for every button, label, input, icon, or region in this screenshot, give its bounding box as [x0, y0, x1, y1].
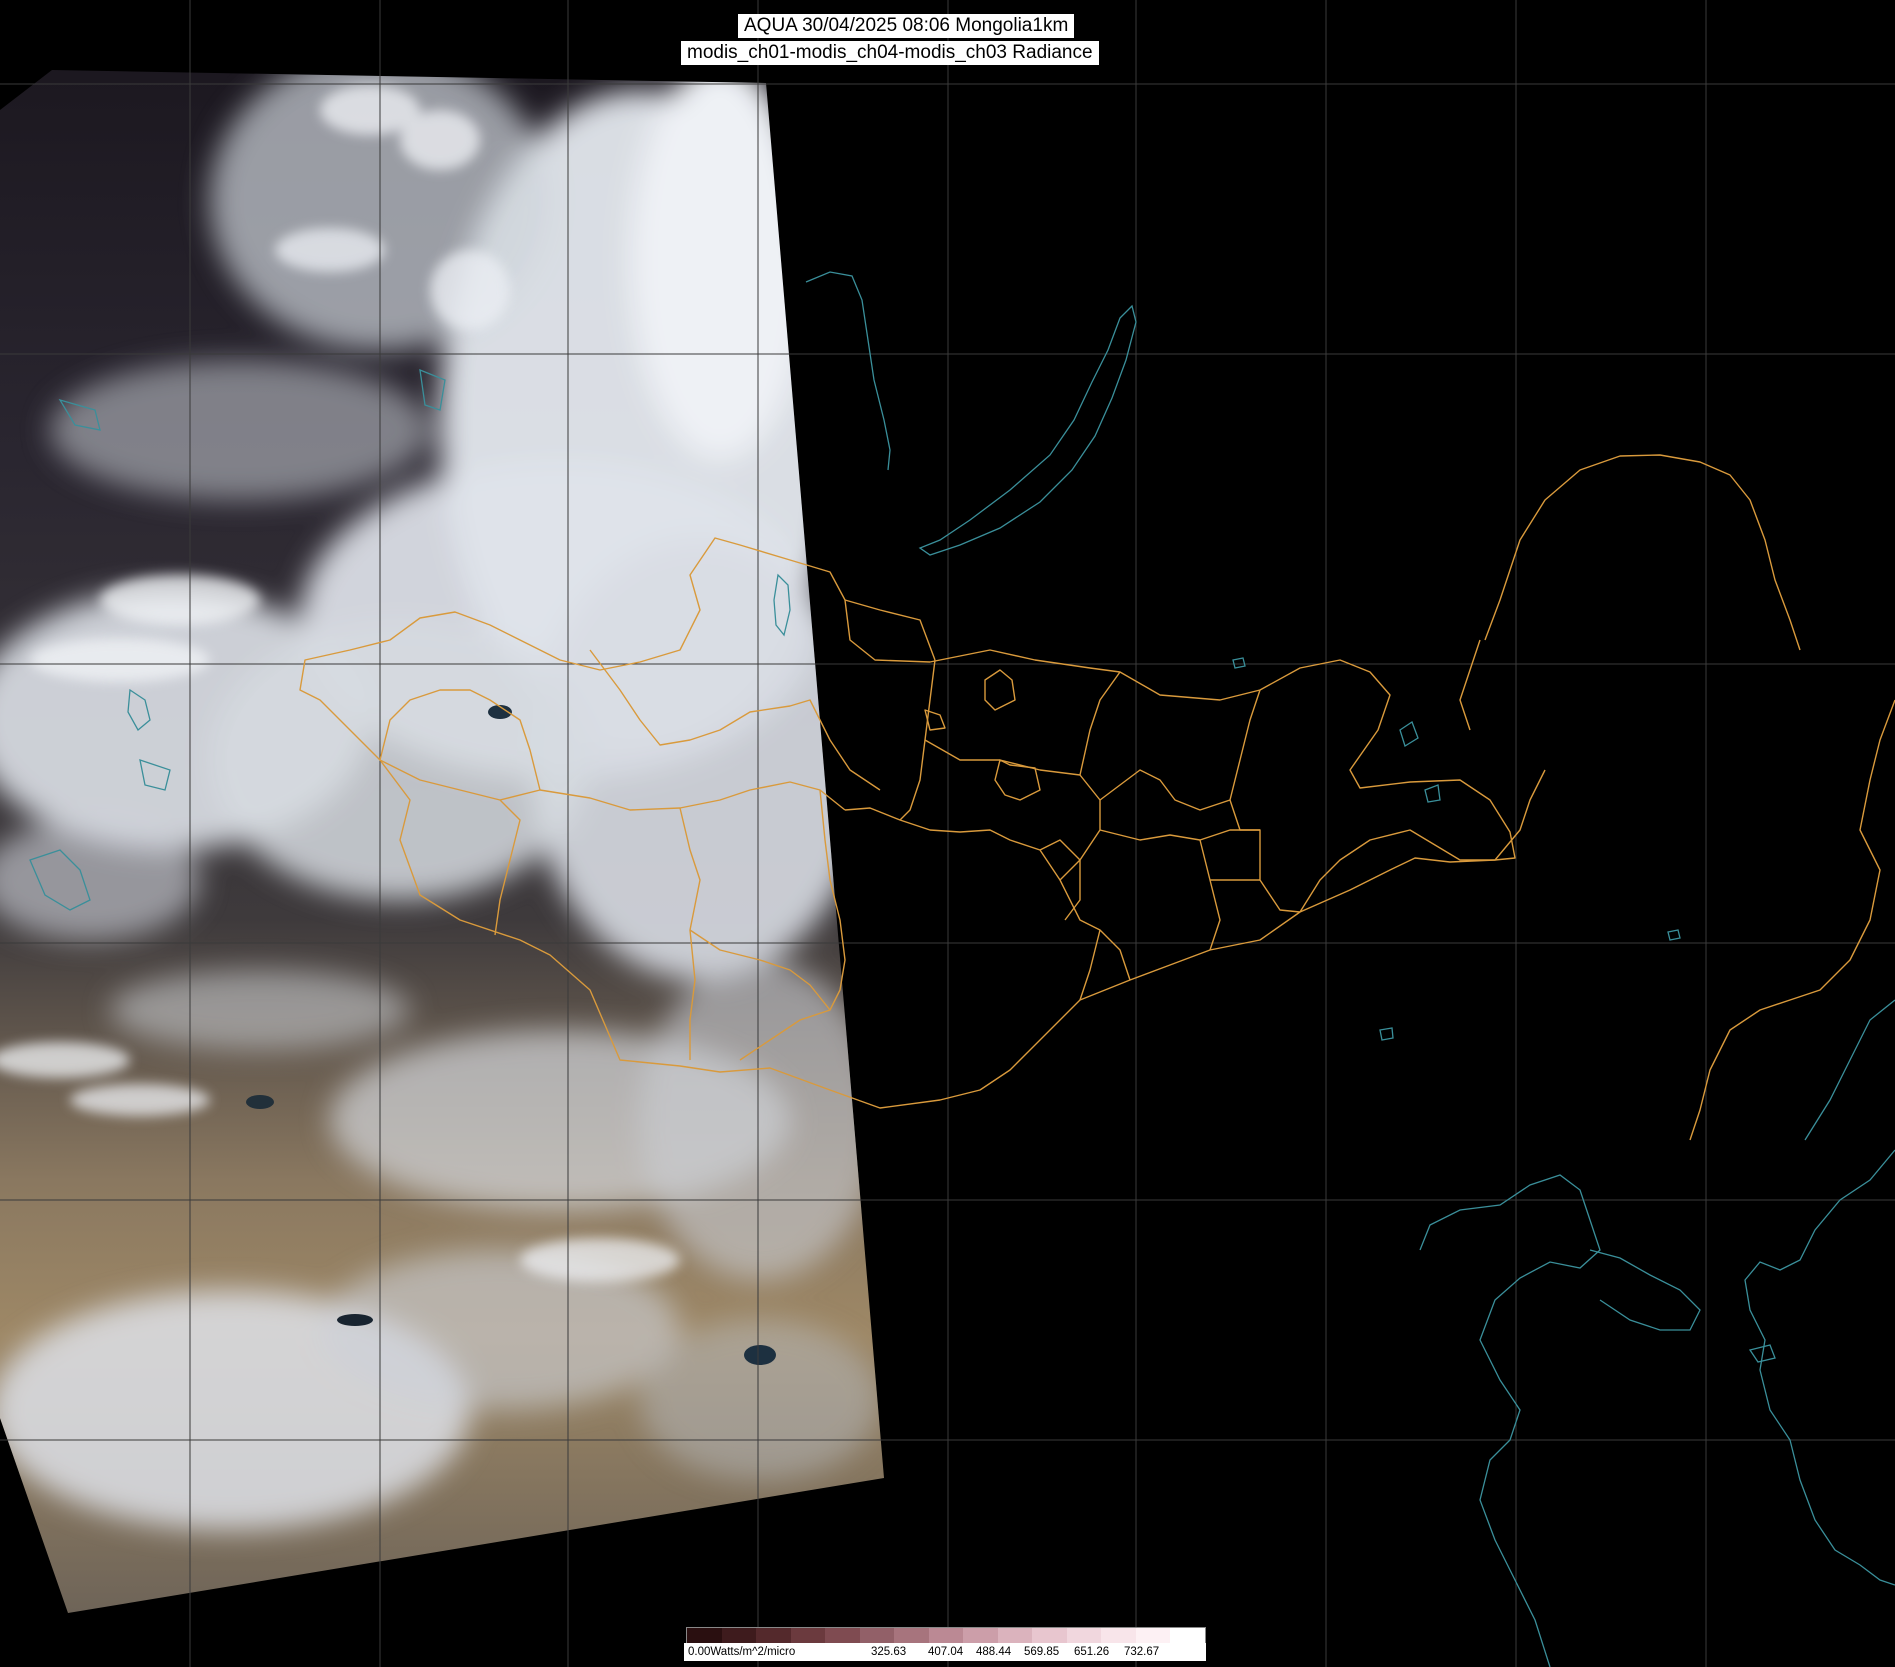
legend-label-6: 732.67 — [1124, 1646, 1160, 1658]
color-legend: 0.00Watts/m^2/micro 325.63 407.04 488.44… — [684, 1627, 1206, 1663]
aimag-border-18 — [1199, 839, 1221, 951]
legend-swatch — [1032, 1628, 1067, 1643]
darkhan-outline — [984, 669, 1016, 711]
aimag-border-14 — [1229, 689, 1301, 913]
satellite-swath — [0, 70, 884, 1613]
japan-sea-coast — [1804, 999, 1895, 1141]
aimag-border-11 — [924, 739, 1101, 881]
china-northeast-border — [1484, 454, 1801, 651]
legend-swatch — [894, 1628, 929, 1643]
legend-swatch — [1135, 1628, 1171, 1643]
legend-swatch — [825, 1628, 860, 1643]
legend-label-2: 407.04 — [928, 1646, 964, 1658]
legend-label-0: 0.00Watts/m^2/micro — [688, 1646, 796, 1658]
ulaanbaatar-outline — [994, 759, 1041, 801]
bohai-coast — [1419, 1174, 1601, 1667]
korea-coast — [1744, 1149, 1895, 1586]
aimag-border-15 — [1099, 769, 1231, 811]
aimag-border-17 — [1079, 929, 1101, 1001]
legend-label-4: 569.85 — [1024, 1646, 1060, 1658]
legend-swatch — [1101, 1628, 1136, 1643]
aimag-border-12 — [1079, 671, 1121, 776]
aimag-border-10 — [899, 659, 936, 821]
lake-small-1 — [1667, 929, 1681, 941]
title-line-2: modis_ch01-modis_ch04-modis_ch03 Radianc… — [681, 41, 1099, 65]
legend-swatch — [963, 1628, 998, 1643]
legend-swatch — [721, 1628, 757, 1643]
lake-baikal — [918, 304, 1137, 556]
angara-river — [805, 271, 891, 471]
legend-label-5: 651.26 — [1074, 1646, 1110, 1658]
china-east-border — [1689, 699, 1895, 1141]
legend-label-3: 488.44 — [976, 1646, 1012, 1658]
legend-swatch — [997, 1628, 1033, 1643]
legend-swatch — [859, 1628, 895, 1643]
lake-small-2 — [1232, 657, 1246, 669]
legend-label-1: 325.63 — [871, 1646, 907, 1658]
lake-small-3 — [1379, 1027, 1394, 1041]
china-northeast-border-2 — [1459, 639, 1481, 731]
satellite-map — [0, 0, 1895, 1667]
aimag-border-13 — [1099, 829, 1260, 841]
legend-color-bar — [686, 1627, 1206, 1644]
aimag-border-9 — [844, 599, 936, 661]
legend-swatch — [928, 1628, 964, 1643]
legend-swatch — [687, 1628, 722, 1643]
lake-hulun — [1399, 721, 1419, 747]
title-line-1: AQUA 30/04/2025 08:06 Mongolia1km — [738, 14, 1075, 38]
legend-swatch — [1066, 1628, 1102, 1643]
lake-buir — [1424, 784, 1441, 803]
shandong-coast — [1589, 1249, 1701, 1331]
inner-mongolia-border — [1299, 769, 1546, 913]
aimag-border-8 — [844, 807, 1131, 981]
legend-swatch — [1170, 1628, 1205, 1643]
legend-swatch — [790, 1628, 826, 1643]
legend-swatch — [756, 1628, 791, 1643]
legend-labels: 0.00Watts/m^2/micro 325.63 407.04 488.44… — [684, 1643, 1206, 1661]
